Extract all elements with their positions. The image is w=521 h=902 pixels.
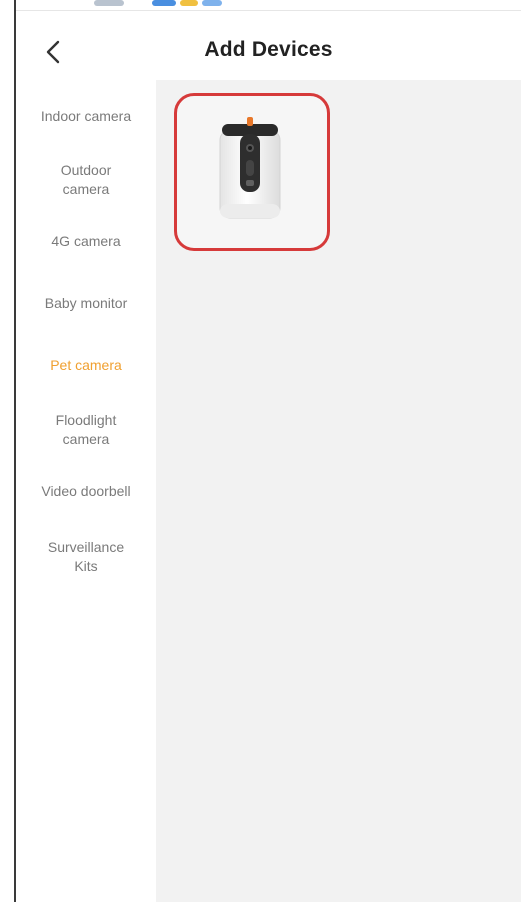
sidebar-item-floodlight-camera[interactable]: Floodlight camera <box>16 411 156 449</box>
sidebar-item-label: Video doorbell <box>41 483 131 499</box>
device-card-pet-camera[interactable] <box>174 93 330 251</box>
sidebar-item-4g-camera[interactable]: 4G camera <box>16 232 156 251</box>
sidebar-item-label: 4G camera <box>51 233 121 249</box>
sidebar-item-label: Floodlight camera <box>55 412 117 447</box>
pet-camera-device-icon <box>219 117 281 219</box>
header-bar: Add Devices <box>16 14 521 80</box>
sidebar-item-label: Baby monitor <box>44 295 128 311</box>
category-sidebar: Indoor camera Outdoor camera 4G camera B… <box>16 80 156 902</box>
status-indicator-lightblue <box>202 0 222 6</box>
sidebar-item-pet-camera[interactable]: Pet camera <box>16 356 156 375</box>
status-indicator-blue <box>152 0 176 6</box>
sidebar-item-label: Pet camera <box>50 357 122 373</box>
sidebar-item-indoor-camera[interactable]: Indoor camera <box>16 107 156 126</box>
sidebar-item-baby-monitor[interactable]: Baby monitor <box>16 294 156 313</box>
sidebar-item-outdoor-camera[interactable]: Outdoor camera <box>16 161 156 199</box>
app-screen: Add Devices Indoor camera Outdoor camera… <box>0 0 521 902</box>
sidebar-item-surveillance-kits[interactable]: Surveillance Kits <box>16 538 156 576</box>
page-title: Add Devices <box>204 38 333 61</box>
sidebar-item-video-doorbell[interactable]: Video doorbell <box>16 482 156 501</box>
status-bar <box>14 0 521 11</box>
status-indicator-gray <box>94 0 124 6</box>
sidebar-item-label: Surveillance Kits <box>47 539 125 574</box>
sidebar-item-label: Outdoor camera <box>60 162 112 197</box>
status-indicator-yellow <box>180 0 198 6</box>
device-list-panel <box>156 80 521 902</box>
sidebar-item-label: Indoor camera <box>40 108 132 124</box>
